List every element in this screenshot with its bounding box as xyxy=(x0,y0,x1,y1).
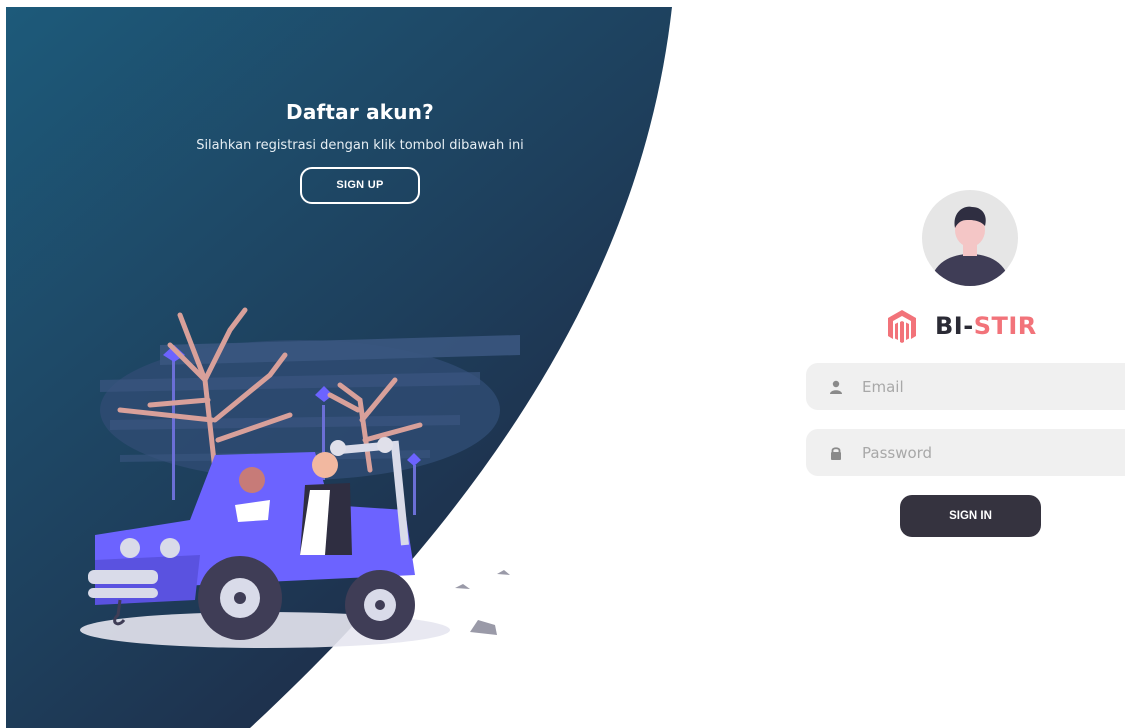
email-input[interactable] xyxy=(860,376,1104,397)
brand-name: BI-STIR xyxy=(935,312,1037,340)
left-border xyxy=(0,0,6,728)
top-border xyxy=(0,0,1125,7)
login-page: Daftar akun? Silahkan registrasi dengan … xyxy=(0,0,1125,728)
user-icon xyxy=(828,379,844,395)
signup-button[interactable]: SIGN UP xyxy=(300,167,420,204)
signup-title: Daftar akun? xyxy=(286,100,434,124)
avatar xyxy=(922,190,1018,286)
signin-button[interactable]: SIGN IN xyxy=(900,495,1041,537)
lock-icon xyxy=(828,445,844,461)
signup-subtitle: Silahkan registrasi dengan klik tombol d… xyxy=(196,138,524,153)
brand: BI-STIR xyxy=(887,309,1037,343)
password-field[interactable] xyxy=(806,429,1125,476)
magento-logo-icon xyxy=(888,310,916,343)
email-field[interactable] xyxy=(806,363,1125,410)
brand-name-part2: STIR xyxy=(973,312,1037,340)
brand-name-part1: BI- xyxy=(935,312,974,340)
password-input[interactable] xyxy=(860,442,1104,463)
